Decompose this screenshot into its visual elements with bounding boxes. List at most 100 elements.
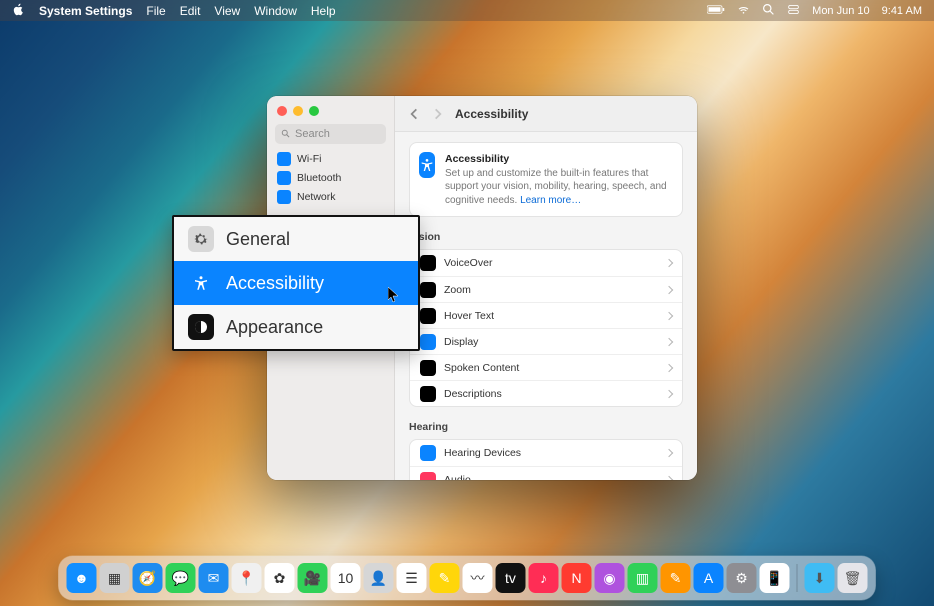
dock-downloads[interactable]: ⬇ xyxy=(805,563,835,593)
settings-row-hover-text[interactable]: Hover Text xyxy=(410,302,682,328)
row-label: Hearing Devices xyxy=(444,447,658,459)
dock-app-settings[interactable]: ⚙ xyxy=(727,563,757,593)
settings-row-voiceover[interactable]: VoiceOver xyxy=(410,250,682,276)
settings-row-display[interactable]: Display xyxy=(410,328,682,354)
dock-app-music[interactable]: ♪ xyxy=(529,563,559,593)
row-label: Spoken Content xyxy=(444,362,658,374)
sidebar-item-network[interactable]: Network xyxy=(271,188,390,206)
dock-app-maps[interactable]: 📍 xyxy=(232,563,262,593)
chevron-right-icon xyxy=(665,285,673,293)
menu-bar: System Settings File Edit View Window He… xyxy=(0,0,934,21)
dock-app-reminders[interactable]: ☰ xyxy=(397,563,427,593)
battery-icon[interactable] xyxy=(707,3,725,19)
callout-item-general[interactable]: General xyxy=(174,217,418,261)
chevron-right-icon xyxy=(665,363,673,371)
dock-app-safari[interactable]: 🧭 xyxy=(133,563,163,593)
sidebar-search-input[interactable]: Search xyxy=(275,124,386,144)
display-icon xyxy=(420,334,436,350)
callout-item-label: Appearance xyxy=(226,317,323,338)
hero-learn-more-link[interactable]: Learn more… xyxy=(520,195,581,206)
dock-app-appstore[interactable]: A xyxy=(694,563,724,593)
menu-help[interactable]: Help xyxy=(311,4,336,18)
sidebar-item-bluetooth[interactable]: Bluetooth xyxy=(271,169,390,187)
section-label-hearing: Hearing xyxy=(409,421,683,433)
spotlight-icon[interactable] xyxy=(762,3,775,19)
dock-app-launchpad[interactable]: ▦ xyxy=(100,563,130,593)
dock-app-finder[interactable]: ☻ xyxy=(67,563,97,593)
window-traffic-lights xyxy=(267,102,394,124)
menu-app-name[interactable]: System Settings xyxy=(39,4,132,18)
row-label: Display xyxy=(444,336,658,348)
chevron-right-icon xyxy=(665,449,673,457)
dock-app-tv[interactable]: tv xyxy=(496,563,526,593)
settings-row-hearing-devices[interactable]: Hearing Devices xyxy=(410,440,682,466)
menu-edit[interactable]: Edit xyxy=(180,4,201,18)
apple-menu-icon[interactable] xyxy=(12,3,25,19)
dock-app-podcasts[interactable]: ◉ xyxy=(595,563,625,593)
sidebar-item-label: Bluetooth xyxy=(297,172,341,184)
dock-app-messages[interactable]: 💬 xyxy=(166,563,196,593)
dock-app-contacts[interactable]: 👤 xyxy=(364,563,394,593)
dock-trash[interactable]: 🗑 xyxy=(838,563,868,593)
hover-icon xyxy=(420,308,436,324)
sidebar-item-icon xyxy=(277,152,291,166)
callout-item-appearance[interactable]: Appearance xyxy=(174,305,418,349)
chevron-right-icon xyxy=(665,259,673,267)
callout-item-accessibility[interactable]: Accessibility xyxy=(174,261,418,305)
control-center-icon[interactable] xyxy=(787,3,800,19)
acc-icon xyxy=(188,270,214,296)
back-button[interactable] xyxy=(407,107,421,121)
sidebar-item-label: Wi-Fi xyxy=(297,153,322,165)
dock: ☻▦🧭💬✉📍✿🎥10👤☰✎〰tv♪N◉▥✎A⚙📱⬇🗑 xyxy=(59,556,876,600)
dock-app-calendar[interactable]: 10 xyxy=(331,563,361,593)
accessibility-hero: Accessibility Set up and customize the b… xyxy=(409,142,683,217)
menubar-date[interactable]: Mon Jun 10 xyxy=(812,5,869,17)
content-pane[interactable]: Accessibility Set up and customize the b… xyxy=(395,132,697,480)
zoom-icon xyxy=(420,282,436,298)
audio-icon xyxy=(420,472,436,481)
row-label: Hover Text xyxy=(444,310,658,322)
window-minimize-button[interactable] xyxy=(293,106,303,116)
row-label: Zoom xyxy=(444,284,658,296)
menu-view[interactable]: View xyxy=(214,4,240,18)
window-close-button[interactable] xyxy=(277,106,287,116)
dock-app-news[interactable]: N xyxy=(562,563,592,593)
sidebar-item-wi-fi[interactable]: Wi-Fi xyxy=(271,150,390,168)
dock-app-photos[interactable]: ✿ xyxy=(265,563,295,593)
sidebar-item-label: Network xyxy=(297,191,336,203)
chevron-right-icon xyxy=(665,389,673,397)
dock-app-numbers[interactable]: ▥ xyxy=(628,563,658,593)
settings-row-zoom[interactable]: Zoom xyxy=(410,276,682,302)
settings-row-audio[interactable]: Audio xyxy=(410,466,682,480)
menubar-time[interactable]: 9:41 AM xyxy=(882,5,922,17)
dock-app-iphone[interactable]: 📱 xyxy=(760,563,790,593)
dock-app-facetime[interactable]: 🎥 xyxy=(298,563,328,593)
voiceover-icon xyxy=(420,255,436,271)
wifi-icon[interactable] xyxy=(737,3,750,19)
dock-separator xyxy=(797,564,798,592)
settings-row-spoken-content[interactable]: Spoken Content xyxy=(410,354,682,380)
accessibility-icon xyxy=(419,152,435,178)
row-label: Descriptions xyxy=(444,388,658,400)
sidebar-item-icon xyxy=(277,190,291,204)
desc-icon xyxy=(420,386,436,402)
dock-app-mail[interactable]: ✉ xyxy=(199,563,229,593)
menu-file[interactable]: File xyxy=(146,4,165,18)
hearing-icon xyxy=(420,445,436,461)
settings-row-descriptions[interactable]: Descriptions xyxy=(410,380,682,406)
search-placeholder: Search xyxy=(295,128,330,140)
sidebar-zoom-callout: General Accessibility Appearance xyxy=(172,215,420,351)
settings-content: Accessibility Accessibility Set up and c… xyxy=(395,96,697,480)
chevron-right-icon xyxy=(665,337,673,345)
menu-window[interactable]: Window xyxy=(254,4,297,18)
spoken-icon xyxy=(420,360,436,376)
hero-title: Accessibility xyxy=(445,153,509,165)
row-label: VoiceOver xyxy=(444,257,658,269)
dock-app-notes[interactable]: ✎ xyxy=(430,563,460,593)
page-title: Accessibility xyxy=(455,107,528,121)
callout-item-label: General xyxy=(226,229,290,250)
window-fullscreen-button[interactable] xyxy=(309,106,319,116)
dock-app-pages[interactable]: ✎ xyxy=(661,563,691,593)
forward-button[interactable] xyxy=(431,107,445,121)
dock-app-freeform[interactable]: 〰 xyxy=(463,563,493,593)
